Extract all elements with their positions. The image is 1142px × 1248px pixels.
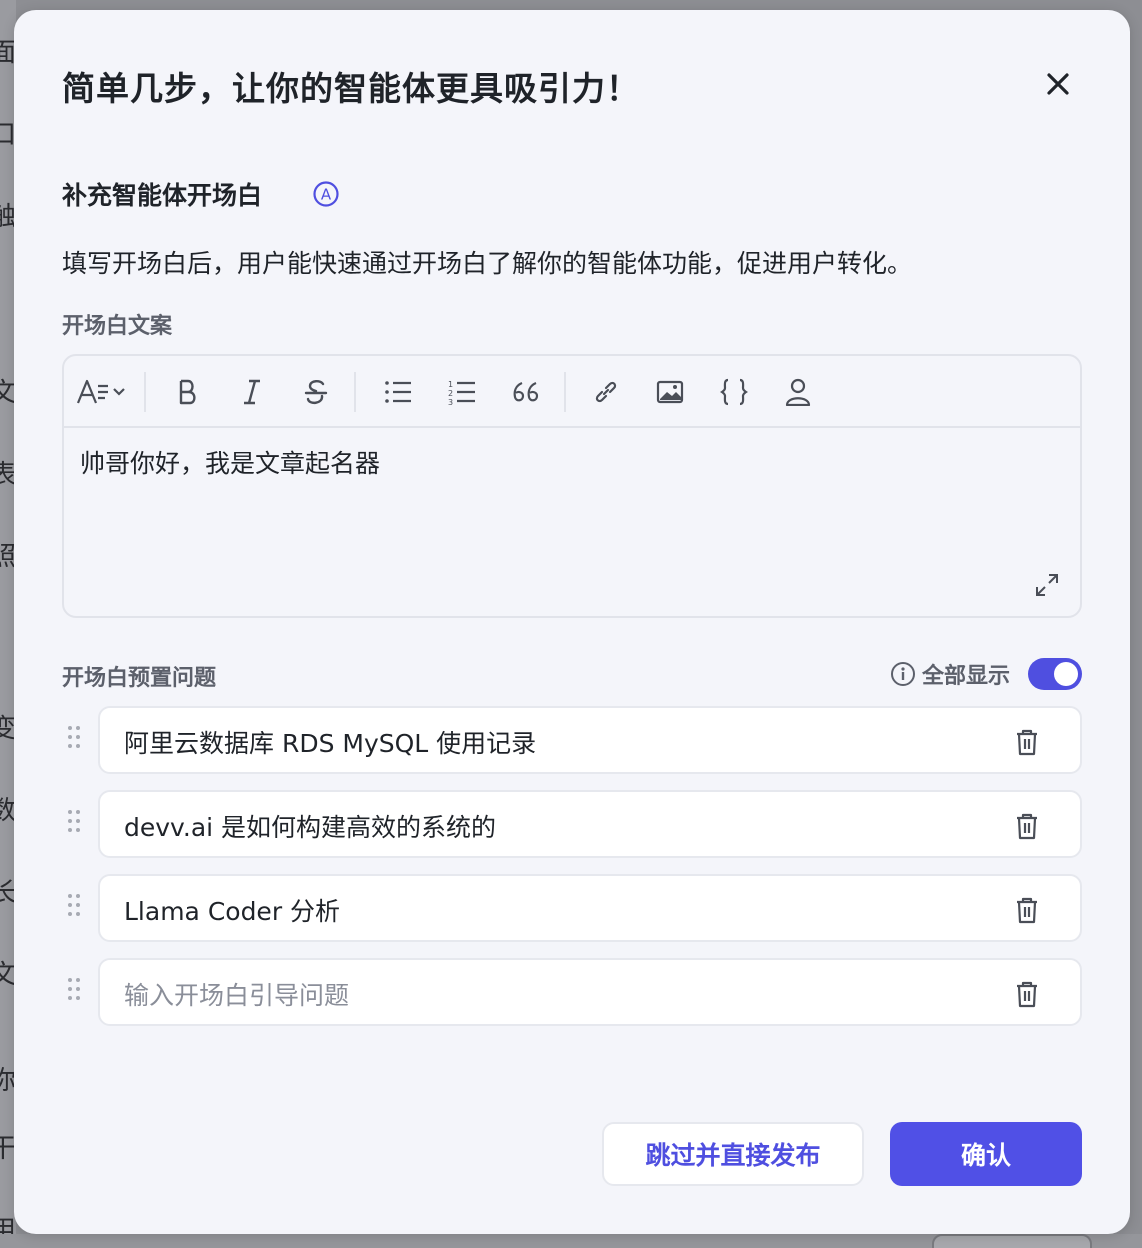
italic-icon xyxy=(244,379,260,405)
ordered-list-button[interactable]: 1 2 3 xyxy=(442,372,482,412)
preset-question-text[interactable]: devv.ai 是如何构建高效的系统的 xyxy=(124,808,496,844)
rich-text-editor: 1 2 3 帅哥你好，我是文章起名器 xyxy=(62,354,1082,618)
drag-handle-icon[interactable] xyxy=(66,724,82,752)
expand-icon[interactable] xyxy=(1034,572,1060,598)
toolbar-separator xyxy=(354,372,356,412)
toolbar-separator xyxy=(144,372,146,412)
onboarding-modal: 简单几步，让你的智能体更具吸引力！ 补充智能体开场白 A 填写开场白后，用户能快… xyxy=(14,10,1130,1234)
strikethrough-button[interactable] xyxy=(296,372,336,412)
show-all-control: 全部显示 xyxy=(890,658,1010,690)
trash-icon[interactable] xyxy=(1014,896,1040,924)
info-icon xyxy=(891,662,915,686)
svg-text:2: 2 xyxy=(448,389,453,398)
preset-question-text[interactable]: Llama Coder 分析 xyxy=(124,892,340,928)
new-question-placeholder[interactable]: 输入开场白引导问题 xyxy=(124,976,349,1012)
new-question-input[interactable]: 输入开场白引导问题 xyxy=(98,958,1082,1026)
toggle-knob xyxy=(1054,662,1078,686)
image-button[interactable] xyxy=(650,372,690,412)
bold-icon xyxy=(179,379,196,405)
modal-title: 简单几步，让你的智能体更具吸引力！ xyxy=(62,69,640,108)
ai-badge-icon: A xyxy=(313,181,339,207)
drag-handle-icon[interactable] xyxy=(66,808,82,836)
background-button xyxy=(932,1234,1092,1248)
mention-user-button[interactable] xyxy=(778,372,818,412)
preset-question-row[interactable]: 阿里云数据库 RDS MySQL 使用记录 xyxy=(98,706,1082,774)
drag-handle-icon[interactable] xyxy=(66,976,82,1004)
link-button[interactable] xyxy=(586,372,626,412)
quote-icon xyxy=(513,381,539,402)
code-block-button[interactable] xyxy=(714,372,754,412)
show-all-label: 全部显示 xyxy=(922,664,1011,689)
show-all-toggle[interactable] xyxy=(1028,658,1082,690)
preset-question-text[interactable]: 阿里云数据库 RDS MySQL 使用记录 xyxy=(124,724,536,760)
trash-icon[interactable] xyxy=(1014,980,1040,1008)
editor-toolbar: 1 2 3 xyxy=(64,356,1080,428)
link-icon xyxy=(595,381,617,403)
opening-content-input[interactable]: 帅哥你好，我是文章起名器 xyxy=(80,444,380,480)
trash-icon[interactable] xyxy=(1014,728,1040,756)
section-description: 填写开场白后，用户能快速通过开场白了解你的智能体功能，促进用户转化。 xyxy=(62,249,913,278)
ordered-list-icon: 1 2 3 xyxy=(448,380,475,405)
ai-badge-text: A xyxy=(321,186,332,204)
drag-handle-icon[interactable] xyxy=(66,892,82,920)
toolbar-separator xyxy=(564,372,566,412)
image-icon xyxy=(656,380,684,404)
close-button[interactable] xyxy=(1040,66,1076,102)
svg-text:1: 1 xyxy=(448,380,453,389)
skip-and-publish-button[interactable]: 跳过并直接发布 xyxy=(602,1122,864,1186)
strikethrough-icon xyxy=(304,380,328,404)
bullet-list-button[interactable] xyxy=(378,372,418,412)
close-icon xyxy=(1047,73,1069,95)
preset-question-row[interactable]: devv.ai 是如何构建高效的系统的 xyxy=(98,790,1082,858)
code-braces-icon xyxy=(720,378,748,406)
svg-text:3: 3 xyxy=(448,398,453,405)
text-style-icon xyxy=(76,379,125,404)
confirm-button[interactable]: 确认 xyxy=(890,1122,1082,1186)
trash-icon[interactable] xyxy=(1014,812,1040,840)
section-title: 补充智能体开场白 xyxy=(62,181,263,210)
background-bottom xyxy=(0,1234,1142,1248)
preset-questions-label: 开场白预置问题 xyxy=(62,666,217,691)
bullet-list-icon xyxy=(385,381,411,403)
italic-button[interactable] xyxy=(232,372,272,412)
bold-button[interactable] xyxy=(168,372,208,412)
user-icon xyxy=(785,378,811,406)
quote-button[interactable] xyxy=(506,372,546,412)
opening-content-label: 开场白文案 xyxy=(62,314,173,339)
preset-question-row[interactable]: Llama Coder 分析 xyxy=(98,874,1082,942)
text-style-button[interactable] xyxy=(76,372,130,412)
